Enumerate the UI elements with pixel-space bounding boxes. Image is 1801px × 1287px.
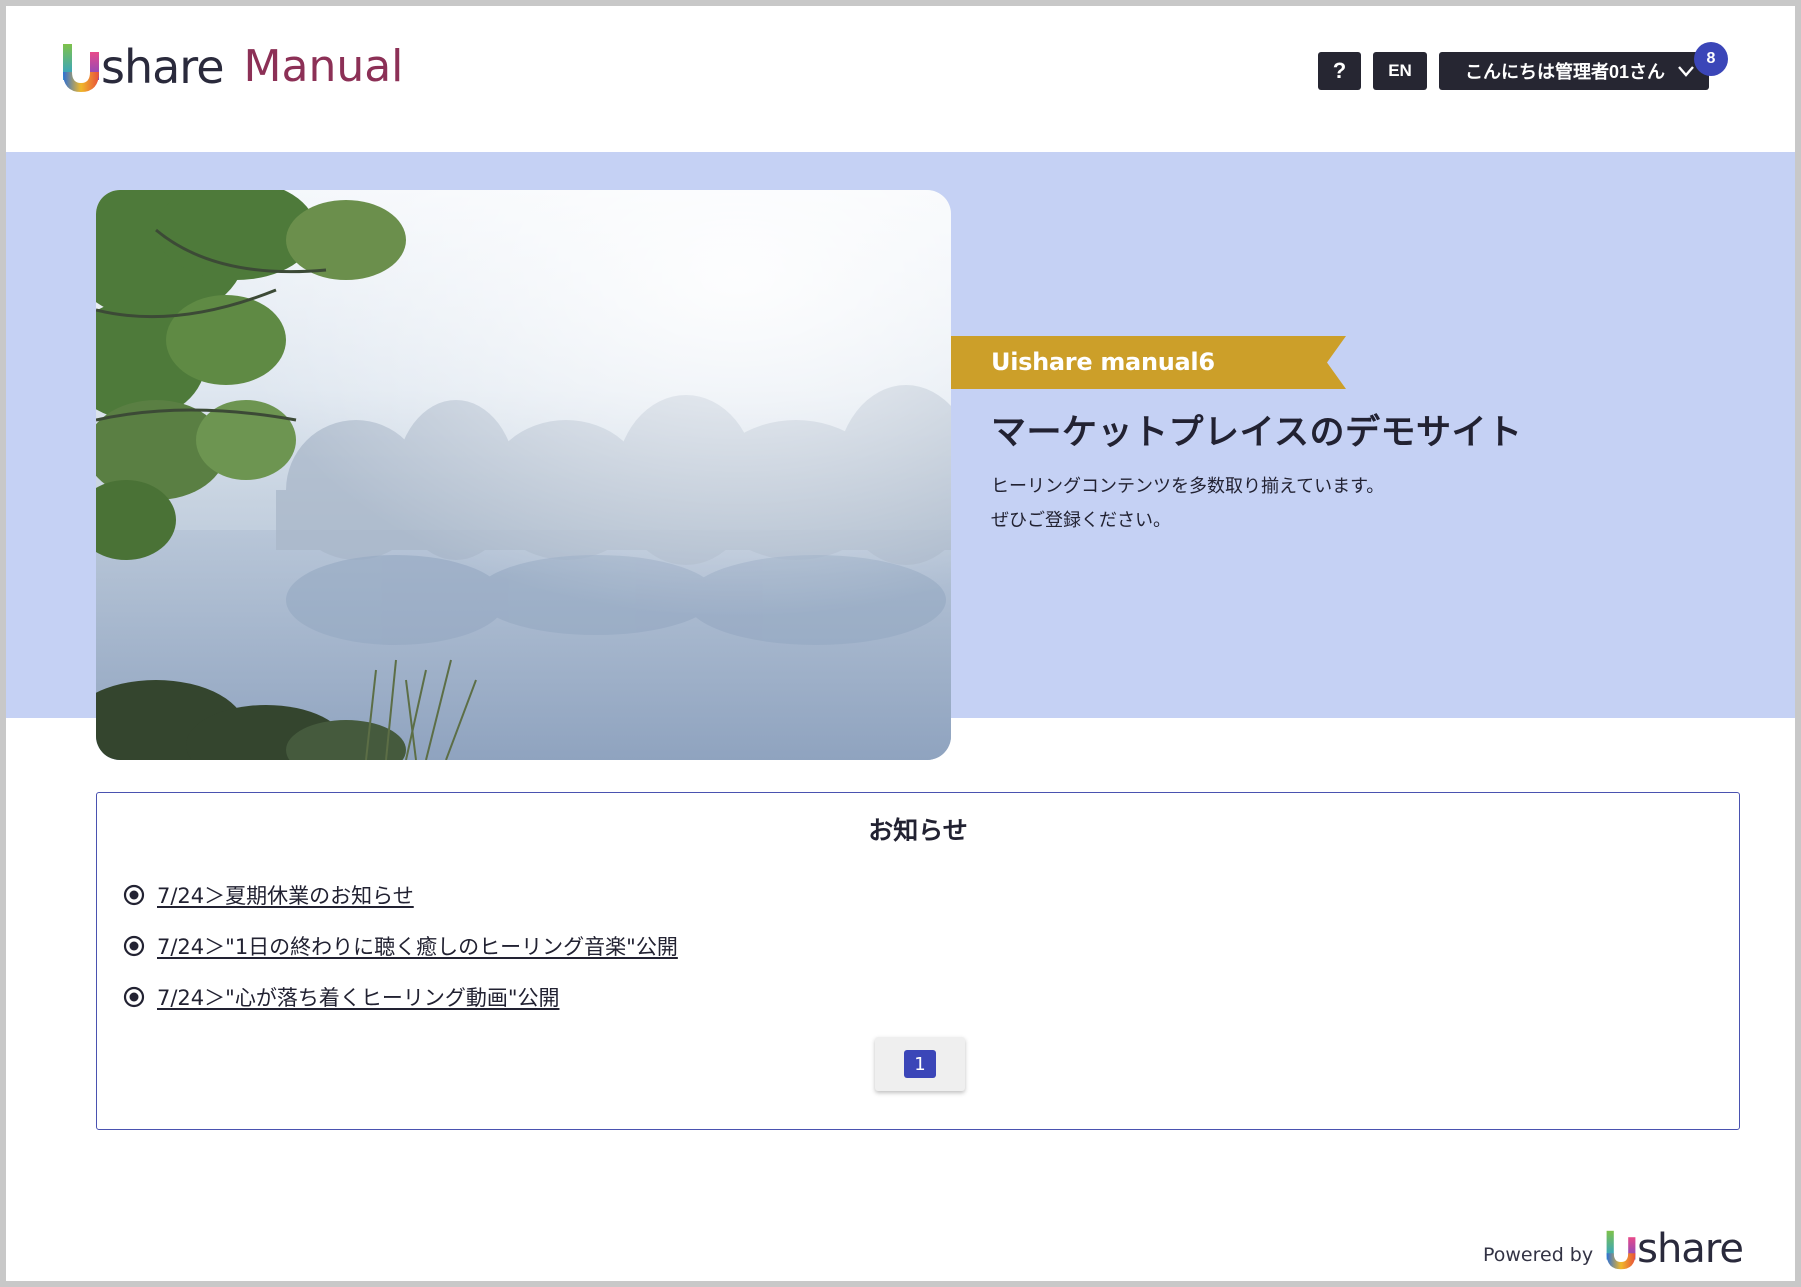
notice-list: 7/24＞夏期休業のお知らせ 7/24＞"1日の終わりに聴く癒しのヒーリング音楽… xyxy=(123,869,678,1022)
notice-item: 7/24＞"心が落ち着くヒーリング動画"公開 xyxy=(123,971,678,1022)
notice-item: 7/24＞"1日の終わりに聴く癒しのヒーリング音楽"公開 xyxy=(123,920,678,971)
powered-by-text: Powered by xyxy=(1482,1244,1594,1266)
radio-bullet-icon xyxy=(123,935,145,956)
notice-item: 7/24＞夏期休業のお知らせ xyxy=(123,869,678,920)
notice-box: お知らせ 7/24＞夏期休業のお知らせ 7/24＞"1日の終わりに聴く癒しのヒー… xyxy=(96,792,1740,1130)
notice-link[interactable]: 7/24＞"心が落ち着くヒーリング動画"公開 xyxy=(157,982,559,1012)
radio-bullet-icon xyxy=(123,986,145,1007)
hero-description-line-2: ぜひご登録ください。 xyxy=(991,510,1171,531)
ushare-logo-icon xyxy=(1606,1230,1636,1270)
notification-badge[interactable]: 8 xyxy=(1694,42,1728,76)
page-1-button[interactable]: 1 xyxy=(904,1050,936,1078)
footer-powered-by: Powered by share xyxy=(1482,1222,1744,1272)
language-button[interactable]: EN xyxy=(1373,52,1427,90)
logo-manual-text: Manual xyxy=(243,41,404,92)
user-greeting: こんにちは管理者01さん xyxy=(1465,62,1666,82)
help-button[interactable]: ? xyxy=(1318,52,1361,90)
hero-image xyxy=(96,190,951,760)
hero-description-line-1: ヒーリングコンテンツを多数取り揃えています。 xyxy=(991,476,1385,497)
logo-share-text: share xyxy=(101,40,225,94)
site-logo[interactable]: share Manual xyxy=(61,34,403,94)
radio-bullet-icon xyxy=(123,884,145,905)
question-icon: ? xyxy=(1332,58,1347,83)
notice-link[interactable]: 7/24＞"1日の終わりに聴く癒しのヒーリング音楽"公開 xyxy=(157,931,678,961)
footer-brand-share: share xyxy=(1637,1226,1744,1272)
ribbon-label: Uishare manual6 xyxy=(991,348,1215,376)
user-menu-button[interactable]: こんにちは管理者01さん xyxy=(1439,52,1709,90)
notice-link[interactable]: 7/24＞夏期休業のお知らせ xyxy=(157,880,414,910)
site-header: share Manual ? EN こんにちは管理者01さん 8 xyxy=(6,6,1795,152)
ushare-logo-icon xyxy=(63,44,99,92)
pagination: 1 xyxy=(875,1037,965,1091)
notice-title: お知らせ xyxy=(868,816,968,845)
chevron-down-icon xyxy=(1678,66,1694,77)
hero-title: マーケットプレイスのデモサイト xyxy=(991,413,1523,453)
hero-ribbon: Uishare manual6 xyxy=(951,336,1346,389)
hero-description: ヒーリングコンテンツを多数取り揃えています。 ぜひご登録ください。 xyxy=(991,470,1384,538)
